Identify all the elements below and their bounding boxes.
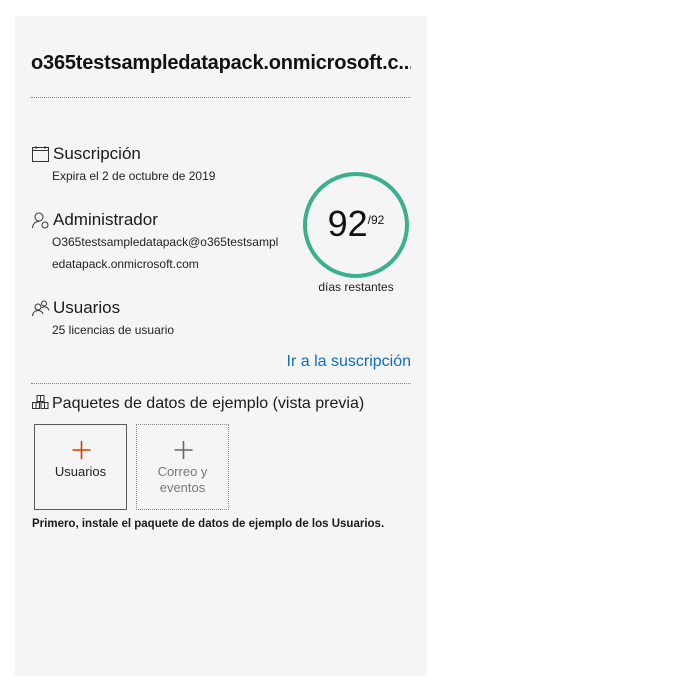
users-licenses: 25 licencias de usuario <box>52 323 175 337</box>
users-label: Usuarios <box>53 298 121 317</box>
divider <box>31 97 411 98</box>
admin-person-icon <box>31 211 50 230</box>
users-pack-label: Usuarios <box>54 464 107 479</box>
days-remaining-gauge: 92/92 <box>301 170 411 280</box>
plus-icon <box>35 439 126 461</box>
install-users-pack-button[interactable]: Usuarios <box>34 424 127 510</box>
hint-suffix: . <box>380 518 385 530</box>
admin-email: O365testsampledatapack@o365testsampledat… <box>52 235 279 271</box>
users-section: Usuarios 25 licencias de usuario <box>31 297 174 341</box>
mail-events-pack-label: Correo y eventos <box>157 464 208 495</box>
days-remaining-value: 92 <box>327 203 368 244</box>
days-remaining-caption: días restantes <box>318 280 394 294</box>
sample-packs-label: Paquetes de datos de ejemplo (vista prev… <box>52 394 365 412</box>
divider <box>31 383 411 384</box>
admin-label: Administrador <box>53 210 158 229</box>
hint-bold: Usuarios <box>331 518 381 530</box>
install-hint: Primero, instale el paquete de datos de … <box>32 518 384 530</box>
tenant-panel: o365testsampledatapack.onmicrosoft.c... … <box>15 16 427 676</box>
subscription-label: Suscripción <box>53 144 141 163</box>
calendar-icon <box>31 145 50 164</box>
users-icon <box>31 299 50 318</box>
go-to-subscription-link[interactable]: Ir a la suscripción <box>215 353 412 371</box>
days-total-value: /92 <box>367 213 385 227</box>
tenant-title: o365testsampledatapack.onmicrosoft.c... <box>31 52 411 74</box>
sample-packs-title: Paquetes de datos de ejemplo (vista prev… <box>31 394 364 413</box>
admin-section: Administrador O365testsampledatapack@o36… <box>31 209 291 275</box>
subscription-section: Suscripción Expira el 2 de octubre de 20… <box>31 143 215 187</box>
packages-icon <box>31 394 50 413</box>
subscription-expiry: Expira el 2 de octubre de 2019 <box>52 169 216 183</box>
plus-icon <box>137 439 228 461</box>
install-mail-events-pack-button[interactable]: Correo y eventos <box>136 424 229 510</box>
hint-text: Primero, instale el paquete de datos de … <box>32 518 332 530</box>
